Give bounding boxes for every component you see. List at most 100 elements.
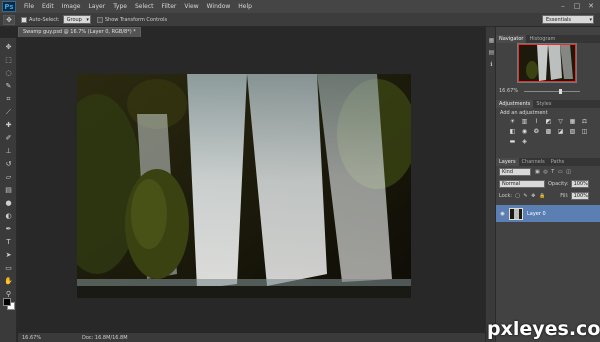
- opacity-label: Opacity:: [548, 181, 569, 187]
- menu-help[interactable]: Help: [234, 3, 256, 10]
- menu-type[interactable]: Type: [109, 3, 131, 10]
- show-transform-checkbox[interactable]: [96, 16, 103, 23]
- hand-tool-icon[interactable]: ✋: [3, 276, 14, 286]
- selective-color-icon[interactable]: ◈: [520, 138, 529, 146]
- auto-select-checkbox[interactable]: [21, 16, 27, 23]
- color-balance-icon[interactable]: ⚖: [580, 118, 589, 126]
- shape-tool-icon[interactable]: ▭: [3, 263, 14, 273]
- photoshop-logo: Ps: [2, 1, 16, 12]
- menu-file[interactable]: File: [20, 3, 38, 10]
- tab-navigator[interactable]: Navigator: [496, 35, 527, 43]
- gradient-map-icon[interactable]: ▬: [508, 138, 517, 146]
- move-tool-icon[interactable]: ✥: [3, 14, 15, 25]
- right-panels: Navigator Histogram 16.67% Adjustments S…: [496, 27, 600, 342]
- path-select-tool-icon[interactable]: ➤: [3, 250, 14, 260]
- menu-window[interactable]: Window: [203, 3, 235, 10]
- crop-tool-icon[interactable]: ⌗: [3, 94, 14, 104]
- fill-field[interactable]: 100%: [570, 192, 589, 200]
- menu-layer[interactable]: Layer: [84, 3, 109, 10]
- foreground-color-swatch[interactable]: [3, 298, 11, 306]
- hue-saturation-icon[interactable]: ▦: [568, 118, 577, 126]
- minimize-button[interactable]: –: [558, 1, 568, 11]
- status-zoom[interactable]: 16.67%: [22, 335, 62, 341]
- navigator-tabs: Navigator Histogram: [496, 35, 600, 43]
- layer-name[interactable]: Layer 0: [527, 211, 546, 217]
- navigator-zoom-slider[interactable]: [524, 89, 580, 94]
- clone-stamp-tool-icon[interactable]: ⊥: [3, 146, 14, 156]
- pen-tool-icon[interactable]: ✒: [3, 224, 14, 234]
- waterfall-image: [77, 74, 411, 298]
- menu-bar: Ps File Edit Image Layer Type Select Fil…: [0, 0, 600, 13]
- gradient-tool-icon[interactable]: ▤: [3, 185, 14, 195]
- lock-icons[interactable]: ▢ ✎ ✥ 🔒: [515, 193, 546, 199]
- adjustments-title: Add an adjustment: [500, 110, 548, 116]
- history-brush-tool-icon[interactable]: ↺: [3, 159, 14, 169]
- opacity-field[interactable]: 100%: [570, 180, 589, 188]
- show-transform-label: Show Transform Controls: [104, 16, 168, 23]
- exposure-icon[interactable]: ◩: [544, 118, 553, 126]
- properties-panel-icon[interactable]: ▤: [487, 49, 496, 57]
- curves-icon[interactable]: ⌇: [532, 118, 541, 126]
- tab-paths[interactable]: Paths: [548, 158, 568, 166]
- marquee-tool-icon[interactable]: ⬚: [3, 55, 14, 65]
- status-doc-info[interactable]: Doc: 16.8M/16.8M: [82, 335, 128, 341]
- restore-button[interactable]: □: [572, 1, 582, 11]
- black-white-icon[interactable]: ◧: [508, 128, 517, 136]
- adjustments-tabs: Adjustments Styles: [496, 100, 600, 108]
- menu-select[interactable]: Select: [131, 3, 158, 10]
- watermark-logo: pxleyes.com: [487, 318, 600, 340]
- menu-edit[interactable]: Edit: [38, 3, 58, 10]
- history-panel-icon[interactable]: ▦: [487, 37, 496, 45]
- threshold-icon[interactable]: ◫: [580, 128, 589, 136]
- tab-adjustments[interactable]: Adjustments: [496, 100, 534, 108]
- layer-filter-dropdown[interactable]: Kind: [499, 168, 531, 176]
- lock-label: Lock:: [499, 193, 513, 199]
- menu-view[interactable]: View: [180, 3, 202, 10]
- tab-channels[interactable]: Channels: [519, 158, 548, 166]
- dodge-tool-icon[interactable]: ◐: [3, 211, 14, 221]
- zoom-slider-knob[interactable]: [559, 89, 562, 94]
- panel-dock-strip: ▦ ▤ ℹ: [485, 27, 496, 342]
- color-lookup-icon[interactable]: ▩: [544, 128, 553, 136]
- close-button[interactable]: ✕: [586, 1, 596, 11]
- photo-filter-icon[interactable]: ◉: [520, 128, 529, 136]
- blend-mode-dropdown[interactable]: Normal: [499, 180, 545, 188]
- workspace-dropdown[interactable]: Essentials: [542, 15, 594, 25]
- posterize-icon[interactable]: ▨: [568, 128, 577, 136]
- tab-styles[interactable]: Styles: [533, 100, 554, 108]
- brightness-contrast-icon[interactable]: ☀: [508, 118, 517, 126]
- eyedropper-tool-icon[interactable]: ⟋: [3, 107, 14, 117]
- photoshop-window: Ps File Edit Image Layer Type Select Fil…: [0, 0, 600, 342]
- type-tool-icon[interactable]: T: [3, 237, 14, 247]
- healing-tool-icon[interactable]: ✚: [3, 120, 14, 130]
- blend-opacity-row: Normal Opacity: 100%: [499, 180, 589, 188]
- menu-filter[interactable]: Filter: [158, 3, 181, 10]
- eraser-tool-icon[interactable]: ▱: [3, 172, 14, 182]
- navigator-thumbnail[interactable]: [517, 43, 577, 83]
- move-tool-icon[interactable]: ✥: [3, 42, 14, 52]
- channel-mixer-icon[interactable]: ❂: [532, 128, 541, 136]
- visibility-eye-icon[interactable]: ◉: [498, 211, 507, 217]
- navigator-zoom-value[interactable]: 16.67%: [499, 88, 518, 94]
- vibrance-icon[interactable]: ▽: [556, 118, 565, 126]
- levels-icon[interactable]: ▥: [520, 118, 529, 126]
- quick-select-tool-icon[interactable]: ✎: [3, 81, 14, 91]
- options-bar: ✥ Auto-Select: Group Show Transform Cont…: [0, 13, 600, 27]
- fill-label: Fill:: [560, 193, 569, 199]
- document-canvas[interactable]: [77, 74, 411, 298]
- invert-icon[interactable]: ◪: [556, 128, 565, 136]
- brush-tool-icon[interactable]: ✐: [3, 133, 14, 143]
- menu-image[interactable]: Image: [58, 3, 85, 10]
- document-tab[interactable]: Swamp guy.psd @ 16.7% (Layer 0, RGB/8*) …: [18, 27, 141, 37]
- tab-layers[interactable]: Layers: [496, 158, 519, 166]
- tab-histogram[interactable]: Histogram: [526, 35, 558, 43]
- info-panel-icon[interactable]: ℹ: [487, 61, 496, 69]
- layer-row-selected[interactable]: ◉ Layer 0: [496, 205, 600, 222]
- navigator-view-box[interactable]: [518, 44, 576, 82]
- blur-tool-icon[interactable]: ●: [3, 198, 14, 208]
- auto-select-label: Auto-Select:: [29, 16, 60, 23]
- layer-thumbnail: [509, 207, 523, 220]
- lasso-tool-icon[interactable]: ◌: [3, 68, 14, 78]
- auto-select-dropdown[interactable]: Group: [62, 15, 91, 25]
- filter-icons[interactable]: ▣ ◎ T ▭ ◫: [535, 169, 572, 175]
